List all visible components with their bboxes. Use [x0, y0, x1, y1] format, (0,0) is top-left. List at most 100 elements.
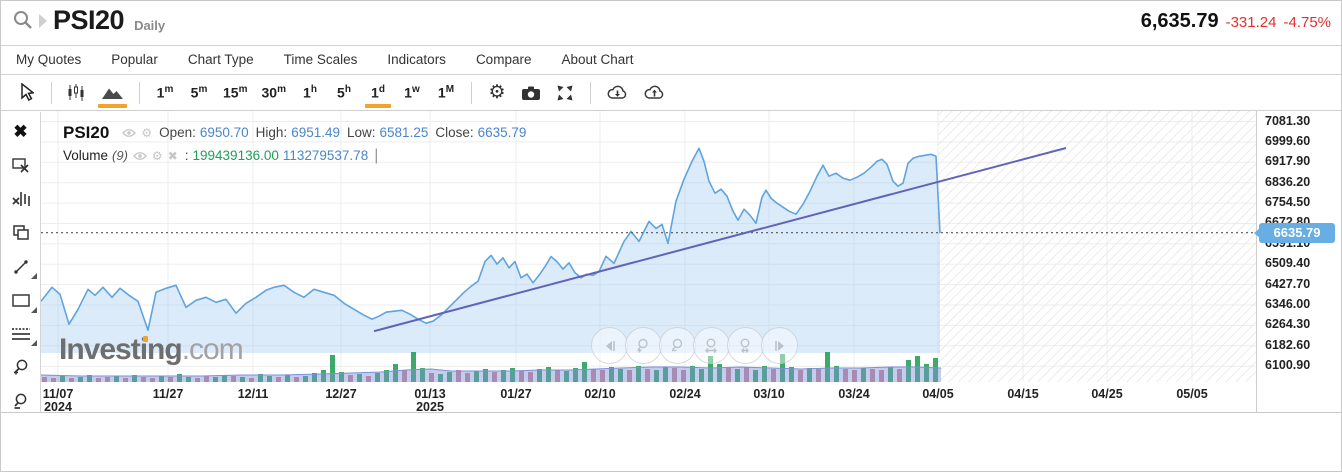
y-axis-label: 6999.60	[1265, 134, 1310, 148]
price-change: -331.24	[1226, 14, 1277, 31]
delete-drawings-button[interactable]	[8, 155, 34, 176]
timeframe-1w-button[interactable]: 1w	[395, 75, 429, 111]
separator	[590, 82, 591, 104]
pan-right-button[interactable]	[761, 327, 798, 364]
future-area-hatch	[938, 111, 1256, 382]
chart-plot-area[interactable]: 11/07202411/2712/1112/2701/13202501/2702…	[41, 111, 1256, 412]
timeframe-5h-button[interactable]: 5h	[327, 75, 361, 111]
zoom-in-tool-button[interactable]	[8, 357, 34, 378]
timeframe-15m-button[interactable]: 15m	[216, 75, 254, 111]
cloud-download-icon	[606, 84, 629, 101]
price-area-fill	[41, 148, 940, 353]
zoom-in-button[interactable]	[625, 327, 662, 364]
delete-indicators-button[interactable]	[8, 189, 34, 210]
open-label: Open:	[159, 125, 196, 140]
menu-item-indicators[interactable]: Indicators	[372, 46, 461, 74]
timeframe-30m-button[interactable]: 30m	[254, 75, 292, 111]
y-axis-label: 6917.90	[1265, 154, 1310, 168]
close-panel-button[interactable]: ✖	[8, 121, 34, 142]
screenshot-button[interactable]	[514, 75, 548, 111]
menu-item-popular[interactable]: Popular	[96, 46, 173, 74]
open-value: 6950.70	[200, 125, 249, 140]
drawing-tools-sidebar: ✖	[1, 112, 41, 412]
legend-symbol: PSI20	[63, 123, 109, 143]
volume-remove-icon[interactable]: ✖	[168, 150, 178, 162]
timeframe-5m-button[interactable]: 5m	[182, 75, 216, 111]
zoom-out-icon	[11, 392, 30, 411]
volume-ma-value: 113279537.78	[283, 148, 368, 163]
timeframe-1d-button[interactable]: 1d	[361, 75, 395, 111]
cursor-icon	[18, 83, 34, 102]
x-axis-label: 12/11	[238, 387, 269, 401]
timeframe-1M-button[interactable]: 1M	[429, 75, 463, 111]
series-settings-icon[interactable]: ⚙	[141, 127, 152, 139]
horizontal-lines-icon	[11, 326, 31, 342]
x-axis-label: 02/24	[669, 387, 700, 401]
y-axis-label: 6100.90	[1265, 358, 1310, 372]
y-axis-label: 6836.20	[1265, 175, 1310, 189]
candlestick-chart-type-button[interactable]	[60, 75, 94, 111]
last-price-badge: 6635.79	[1259, 223, 1335, 243]
x-axis-label: 12/27	[325, 387, 356, 401]
cloud-upload-icon	[643, 84, 666, 101]
zoom-x-axis-button[interactable]	[693, 327, 730, 364]
header: PSI20 Daily 6,635.79 -331.24 -4.75%	[1, 1, 1341, 45]
chart-widget: PSI20 Daily 6,635.79 -331.24 -4.75% My Q…	[0, 0, 1342, 472]
fullscreen-button[interactable]	[548, 75, 582, 111]
x-axis-label: 01/27	[500, 387, 531, 401]
x-axis-label: 03/10	[753, 387, 784, 401]
watermark-orange-dot	[143, 336, 148, 342]
y-axis-label: 6427.70	[1265, 277, 1310, 291]
fullscreen-icon	[556, 84, 574, 102]
zoom-y-axis-button[interactable]	[727, 327, 764, 364]
x-axis-label: 02/10	[584, 387, 615, 401]
y-axis-label: 6182.60	[1265, 338, 1310, 352]
x-axis-label: 04/15	[1007, 387, 1038, 401]
menu-item-time-scales[interactable]: Time Scales	[269, 46, 373, 74]
watermark: Investing.com	[59, 333, 243, 367]
last-price: 6,635.79	[1141, 10, 1219, 33]
save-chart-button[interactable]	[599, 75, 636, 111]
close-label: Close:	[435, 125, 473, 140]
trendline-tool-button[interactable]	[8, 256, 34, 277]
price-axis[interactable]: 7081.306999.606917.906836.206754.506672.…	[1256, 111, 1342, 412]
timeframe-1h-button[interactable]: 1h	[293, 75, 327, 111]
trendline-icon	[12, 258, 30, 276]
rectangle-tool-button[interactable]	[8, 290, 34, 311]
menu-item-chart-type[interactable]: Chart Type	[173, 46, 269, 74]
watermark-brand: Investing	[59, 333, 182, 366]
load-chart-button[interactable]	[636, 75, 673, 111]
fibonacci-tool-button[interactable]	[8, 324, 34, 345]
chart-nav-controls	[591, 327, 831, 365]
x-axis-label: 04/05	[922, 387, 953, 401]
gear-icon: ⚙	[488, 81, 505, 104]
pan-left-button[interactable]	[591, 327, 628, 364]
cursor-tool-button[interactable]	[9, 75, 43, 111]
zoom-out-button[interactable]	[659, 327, 696, 364]
settings-button[interactable]: ⚙	[480, 75, 514, 111]
timeframe-1m-button[interactable]: 1m	[148, 75, 182, 111]
area-chart-type-button[interactable]	[94, 75, 131, 111]
watermark-suffix: .com	[182, 333, 243, 366]
menu-item-about-chart[interactable]: About Chart	[546, 46, 648, 74]
menu-item-compare[interactable]: Compare	[461, 46, 547, 74]
menu-bar: My Quotes Popular Chart Type Time Scales…	[1, 45, 1341, 75]
volume-settings-icon[interactable]: ⚙	[152, 150, 163, 162]
toolbar: 1m 5m 15m 30m 1h 5h 1d 1w 1M ⚙	[1, 75, 1341, 111]
volume-visibility-icon[interactable]	[133, 151, 147, 161]
zoom-out-tool-button[interactable]	[8, 391, 34, 412]
low-value: 6581.25	[380, 125, 429, 140]
pan-left-icon	[602, 338, 618, 354]
zoom-in-icon	[11, 358, 30, 377]
delete-drawing-icon	[11, 156, 31, 174]
x-axis-label: 04/25	[1091, 387, 1122, 401]
clone-icon	[12, 224, 30, 241]
x-axis-year-label: 2024	[44, 400, 72, 412]
x-axis-label: 05/05	[1176, 387, 1207, 401]
chevron-right-icon	[39, 14, 47, 28]
search-icon[interactable]	[11, 9, 35, 33]
clone-drawing-button[interactable]	[8, 222, 34, 243]
menu-item-my-quotes[interactable]: My Quotes	[1, 46, 96, 74]
y-axis-label: 6346.00	[1265, 297, 1310, 311]
visibility-toggle-icon[interactable]	[122, 128, 136, 138]
